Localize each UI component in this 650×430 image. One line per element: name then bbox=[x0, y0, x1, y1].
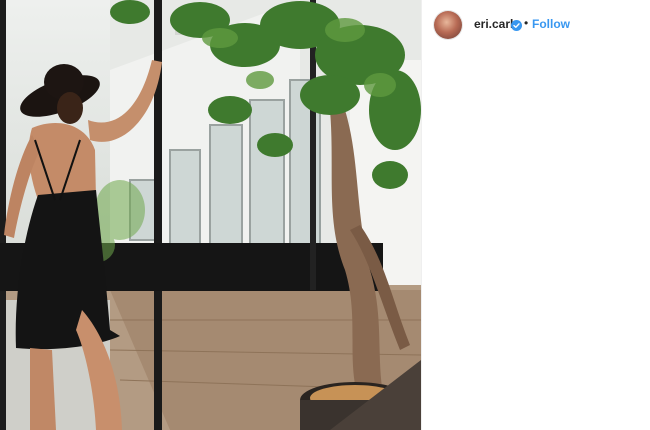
instagram-post-embed: eri.carl • Follow bbox=[0, 0, 650, 430]
header-separator: • bbox=[524, 16, 529, 30]
verified-badge-icon bbox=[511, 18, 522, 31]
panel-divider bbox=[421, 0, 422, 430]
avatar[interactable] bbox=[434, 11, 462, 39]
follow-button[interactable]: Follow bbox=[532, 17, 570, 31]
photo-illustration bbox=[0, 0, 421, 430]
username-link[interactable]: eri.carl bbox=[474, 17, 513, 31]
post-photo[interactable] bbox=[0, 0, 421, 430]
